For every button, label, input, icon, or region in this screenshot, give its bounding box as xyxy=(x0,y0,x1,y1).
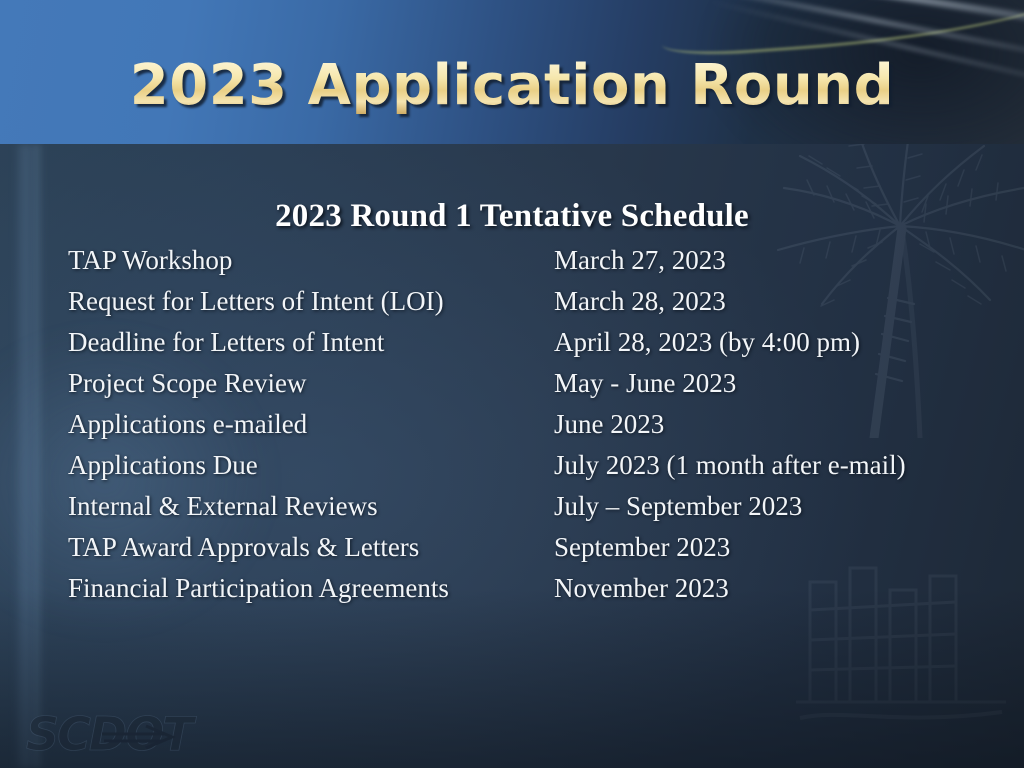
schedule-task: Internal & External Reviews xyxy=(68,491,378,521)
schedule-heading: 2023 Round 1 Tentative Schedule xyxy=(275,198,749,234)
schedule-date: November 2023 xyxy=(554,573,729,603)
schedule-date: July – September 2023 xyxy=(554,491,803,521)
schedule-task: Applications Due xyxy=(68,450,258,480)
schedule-row: Applications Due July 2023 (1 month afte… xyxy=(68,450,988,491)
schedule-task: Financial Participation Agreements xyxy=(68,573,449,603)
schedule-row: Internal & External Reviews July – Septe… xyxy=(68,491,988,532)
slide-canvas: 2023 Application Round 2023 Round 1 Tent… xyxy=(0,0,1024,768)
schedule-row: TAP Workshop March 27, 2023 xyxy=(68,245,988,286)
schedule-row: Financial Participation Agreements Novem… xyxy=(68,573,988,614)
schedule-row: Deadline for Letters of Intent April 28,… xyxy=(68,327,988,368)
schedule-date: April 28, 2023 (by 4:00 pm) xyxy=(554,327,860,357)
schedule-date: July 2023 (1 month after e-mail) xyxy=(554,450,906,480)
schedule-row: Project Scope Review May - June 2023 xyxy=(68,368,988,409)
schedule-task: Applications e-mailed xyxy=(68,409,308,439)
schedule-date: March 27, 2023 xyxy=(554,245,726,275)
schedule-date: June 2023 xyxy=(554,409,665,439)
schedule-date: March 28, 2023 xyxy=(554,286,726,316)
schedule-task: Project Scope Review xyxy=(68,368,307,398)
schedule-date: September 2023 xyxy=(554,532,731,562)
schedule-task: TAP Award Approvals & Letters xyxy=(68,532,420,562)
schedule-task: Request for Letters of Intent (LOI) xyxy=(68,286,444,316)
schedule-row: Request for Letters of Intent (LOI) Marc… xyxy=(68,286,988,327)
slide-title: 2023 Application Round xyxy=(0,58,1024,114)
scdot-logo: SCDOT xyxy=(24,706,214,762)
schedule-task: TAP Workshop xyxy=(68,245,233,275)
schedule-list: TAP Workshop March 27, 2023 Request for … xyxy=(68,245,988,614)
schedule-date: May - June 2023 xyxy=(554,368,737,398)
schedule-row: Applications e-mailed June 2023 xyxy=(68,409,988,450)
schedule-row: TAP Award Approvals & Letters September … xyxy=(68,532,988,573)
schedule-task: Deadline for Letters of Intent xyxy=(68,327,385,357)
